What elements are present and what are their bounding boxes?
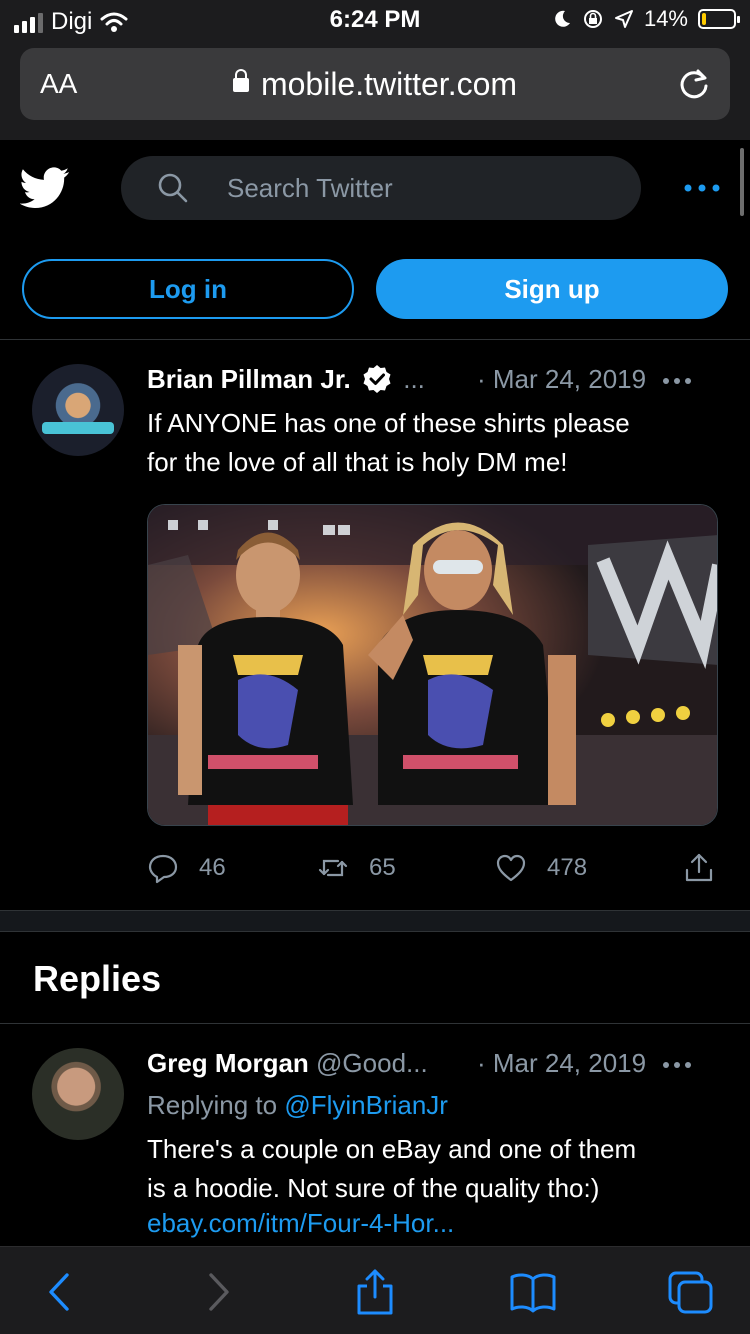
tweet-text: If ANYONE has one of these shirts please… <box>147 404 717 482</box>
author-handle[interactable]: @Good... <box>316 1048 428 1078</box>
share-sheet-icon[interactable] <box>350 1269 400 1315</box>
moon-icon <box>555 10 570 27</box>
status-bar: Digi 6:24 PM 14% <box>0 0 750 40</box>
like-button[interactable]: 478 <box>495 850 587 886</box>
lock-icon <box>232 68 249 92</box>
reply-text-line: is a hoodie. Not sure of the quality tho… <box>147 1173 600 1203</box>
reply-count: 46 <box>199 854 226 881</box>
battery-percent: 14% <box>643 6 688 31</box>
like-count: 478 <box>547 854 588 881</box>
reload-icon[interactable] <box>676 66 712 102</box>
reply-text-line: There's a couple on eBay and one of them <box>147 1134 637 1164</box>
heart-icon <box>496 854 526 882</box>
retweet-button[interactable]: 65 <box>317 850 396 886</box>
retweet-icon <box>318 859 348 877</box>
location-arrow-icon <box>614 10 633 28</box>
divider <box>0 1023 750 1024</box>
tweet-more-icon[interactable] <box>661 376 693 386</box>
url-display[interactable]: mobile.twitter.com <box>20 66 730 103</box>
reply-link[interactable]: ebay.com/itm/Four-4-Hor... <box>147 1208 454 1239</box>
reply-more-icon[interactable] <box>661 1060 693 1070</box>
section-separator <box>0 910 750 932</box>
share-button[interactable] <box>683 850 715 886</box>
browser-chrome: AA mobile.twitter.com <box>0 40 750 140</box>
tweet-text-line: If ANYONE has one of these shirts please <box>147 408 630 438</box>
search-icon <box>158 173 188 203</box>
retweet-count: 65 <box>369 854 396 881</box>
back-icon[interactable] <box>35 1269 85 1315</box>
tweet-header: Brian Pillman Jr. ... · Mar 24, 2019 <box>147 364 727 400</box>
browser-toolbar <box>0 1246 750 1334</box>
login-button[interactable]: Log in <box>22 259 354 319</box>
address-bar[interactable]: AA mobile.twitter.com <box>20 48 730 120</box>
photo-image <box>148 505 717 825</box>
replying-to-label: Replying to <box>147 1090 278 1120</box>
reply-icon <box>148 854 178 884</box>
status-right: 14% <box>552 6 740 32</box>
scrollbar[interactable] <box>740 148 744 216</box>
replying-to-handle[interactable]: @FlyinBrianJr <box>284 1090 448 1120</box>
tweet-media-photo[interactable] <box>147 504 718 826</box>
author-name[interactable]: Greg Morgan <box>147 1048 309 1078</box>
replying-to: Replying to @FlyinBrianJr <box>147 1090 448 1121</box>
author-handle[interactable]: ... <box>403 364 425 394</box>
share-icon <box>685 853 713 882</box>
reply-text: There's a couple on eBay and one of them… <box>147 1130 717 1208</box>
avatar[interactable] <box>32 1048 124 1140</box>
tabs-icon[interactable] <box>666 1269 716 1315</box>
search-placeholder: Search Twitter <box>227 173 393 203</box>
reply-button[interactable]: 46 <box>147 850 226 886</box>
tweet-text-line: for the love of all that is holy DM me! <box>147 447 568 477</box>
bookmarks-icon[interactable] <box>508 1269 558 1315</box>
verified-badge-icon <box>363 365 391 393</box>
battery-icon <box>698 9 740 29</box>
author-name[interactable]: Brian Pillman Jr. <box>147 364 351 394</box>
tweet-actions: 46 65 478 <box>147 850 717 886</box>
twitter-logo-icon[interactable] <box>20 164 70 212</box>
forward-icon[interactable] <box>193 1269 243 1315</box>
replies-heading: Replies <box>33 958 162 999</box>
screen: Digi 6:24 PM 14% AA mobile.twitter.com S… <box>0 0 750 1334</box>
rotation-lock-icon <box>583 10 602 28</box>
tweet-date[interactable]: · Mar 24, 2019 <box>477 364 646 395</box>
more-options-icon[interactable] <box>682 176 722 200</box>
url-text: mobile.twitter.com <box>260 66 518 102</box>
reply-header: Greg Morgan @Good... · Mar 24, 2019 <box>147 1048 727 1084</box>
reply-date[interactable]: · Mar 24, 2019 <box>477 1048 646 1079</box>
signup-button[interactable]: Sign up <box>376 259 728 319</box>
search-input[interactable]: Search Twitter <box>121 156 641 220</box>
avatar[interactable] <box>32 364 124 456</box>
divider <box>0 339 750 340</box>
